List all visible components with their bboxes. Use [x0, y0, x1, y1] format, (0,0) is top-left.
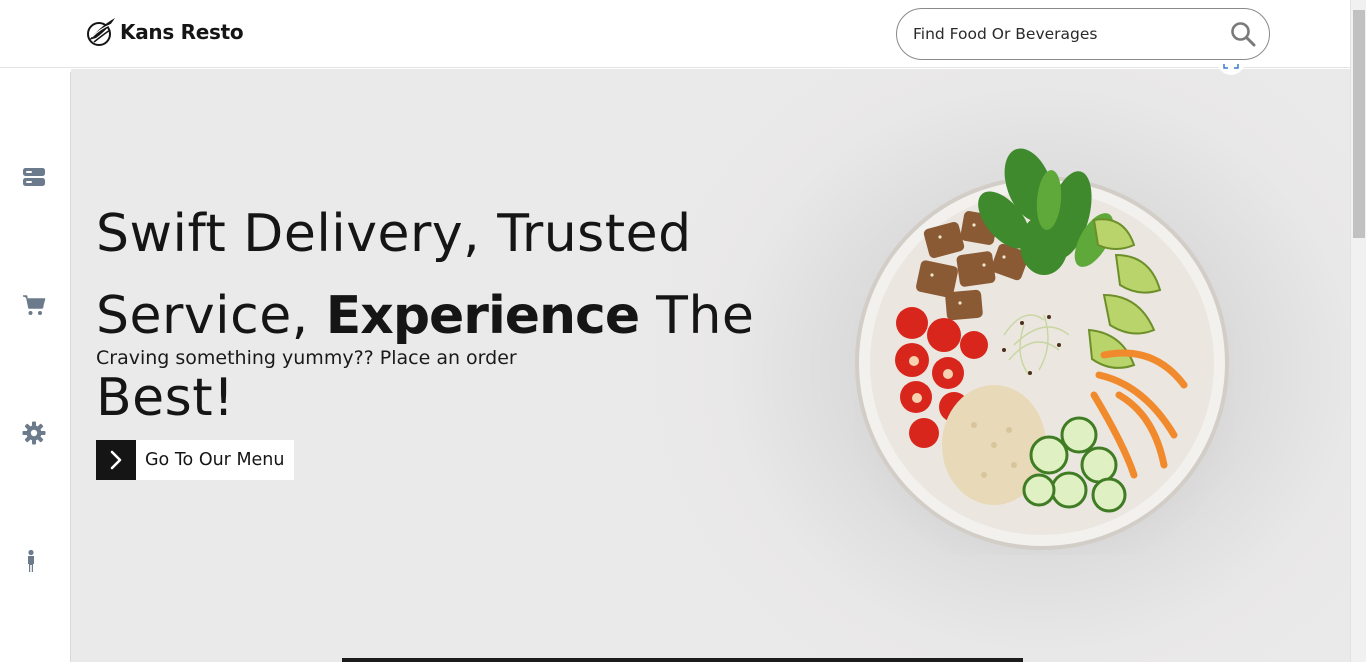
wing-logo-icon [87, 18, 115, 46]
salad-bowl-image [854, 148, 1234, 555]
brand-name: Kans Resto [120, 20, 244, 44]
cart-icon[interactable] [22, 293, 46, 317]
page: Kans Resto Find Food Or Beverages Swift … [0, 0, 1366, 662]
search-input[interactable] [913, 21, 1213, 47]
sidebar [0, 72, 71, 662]
scan-icon[interactable] [1216, 61, 1246, 81]
search-box[interactable] [896, 8, 1270, 60]
hero-title-line1: Swift Delivery, Trusted [96, 204, 692, 264]
page-scrollbar[interactable] [1350, 0, 1366, 662]
brand[interactable]: Kans Resto [86, 16, 244, 48]
go-to-menu-button[interactable]: Go To Our Menu [96, 440, 294, 480]
hero-subtitle: Craving something yummy?? Place an order [96, 347, 517, 369]
chevron-right-icon [96, 440, 136, 480]
hero-section: Swift Delivery, Trusted Service, Experie… [71, 61, 1350, 662]
server-icon[interactable] [22, 165, 46, 189]
top-header: Kans Resto [0, 0, 1350, 68]
hero-title-line2-part1: Service, [96, 286, 326, 346]
hero-title-emphasis: Experience [325, 286, 640, 346]
gear-icon[interactable] [22, 421, 46, 445]
search-icon[interactable] [1230, 21, 1256, 47]
person-icon[interactable] [22, 549, 46, 573]
scrollbar-thumb[interactable] [1353, 10, 1365, 238]
bottom-strip [342, 658, 1023, 662]
go-to-menu-label: Go To Our Menu [145, 450, 285, 470]
hero-title: Swift Delivery, Trusted Service, Experie… [96, 193, 896, 439]
